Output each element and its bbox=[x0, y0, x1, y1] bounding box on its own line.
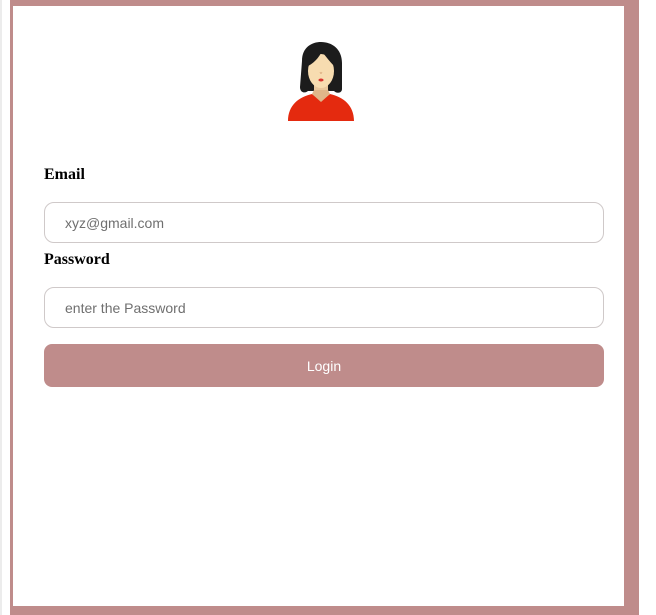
email-input[interactable] bbox=[44, 202, 604, 243]
login-button[interactable]: Login bbox=[44, 344, 604, 387]
window-edge bbox=[0, 0, 2, 615]
page-background: Email Password Login bbox=[0, 0, 656, 615]
email-label: Email bbox=[44, 166, 85, 183]
password-label: Password bbox=[44, 251, 110, 268]
password-input[interactable] bbox=[44, 287, 604, 328]
user-avatar-icon bbox=[288, 42, 354, 121]
